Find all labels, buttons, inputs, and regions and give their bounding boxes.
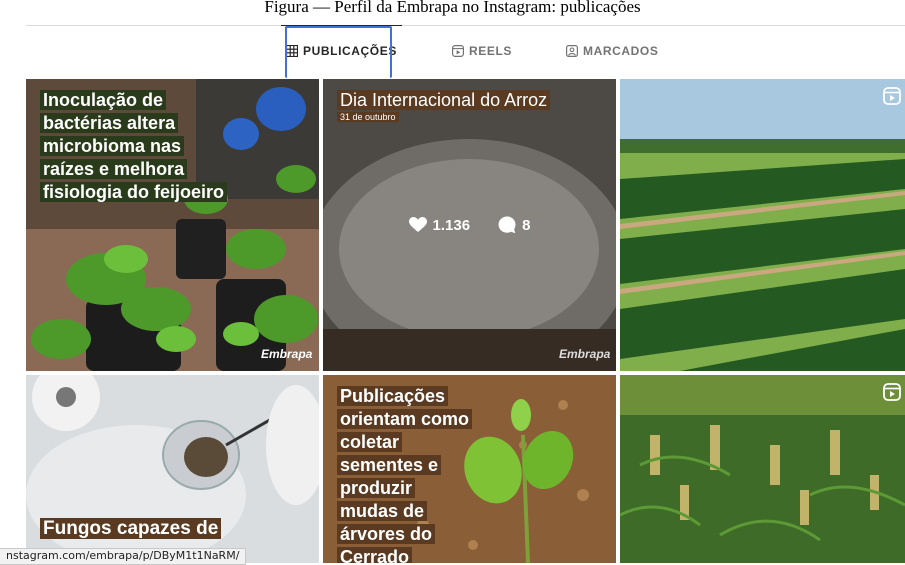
post-feijoeiro[interactable]: Inoculação de bactérias altera microbiom… [26, 79, 319, 371]
comments-count: 8 [522, 216, 531, 234]
embrapa-logo: Embrapa [559, 347, 611, 361]
post-aerial-plantation[interactable] [620, 79, 905, 371]
comment-icon [498, 216, 516, 234]
post-sementes[interactable]: Publicações orientam como coletar sement… [323, 375, 616, 563]
profile-tabs-bar: PUBLICAÇÕES REELS MARCADOS [26, 25, 905, 78]
document-caption: Figura — Perfil da Embrapa no Instagram:… [264, 0, 641, 16]
tab-label-marcados: MARCADOS [583, 44, 659, 58]
tagged-icon [566, 45, 578, 57]
post-milho[interactable] [620, 375, 905, 563]
post-title: Fungos capazes de [40, 517, 222, 540]
post-hover-stats: 1.136 8 [323, 79, 616, 371]
corn-field-photo [620, 375, 905, 563]
reel-badge-icon [883, 87, 901, 105]
likes-stat: 1.136 [408, 216, 471, 234]
likes-count: 1.136 [432, 216, 471, 234]
link-status-bar: nstagram.com/embrapa/p/DByM1t1NaRM/ [0, 548, 247, 565]
heart-icon [408, 217, 427, 232]
embrapa-logo: Embrapa [261, 347, 313, 361]
tab-label-reels: REELS [469, 44, 513, 58]
post-title: Publicações orientam como coletar sement… [337, 385, 473, 563]
tab-marcados[interactable]: MARCADOS [566, 25, 658, 77]
post-dia-arroz[interactable]: Dia Internacional do Arroz 31 de outubro… [323, 79, 616, 371]
comments-stat: 8 [498, 216, 530, 234]
reels-icon [452, 45, 464, 57]
focus-outline [285, 26, 392, 78]
reel-badge-icon [883, 383, 901, 401]
tab-reels[interactable]: REELS [452, 25, 512, 77]
aerial-plantation-photo [620, 79, 905, 371]
post-title: Inoculação de bactérias altera microbiom… [40, 89, 230, 204]
post-fungos[interactable]: Fungos capazes de [26, 375, 319, 563]
